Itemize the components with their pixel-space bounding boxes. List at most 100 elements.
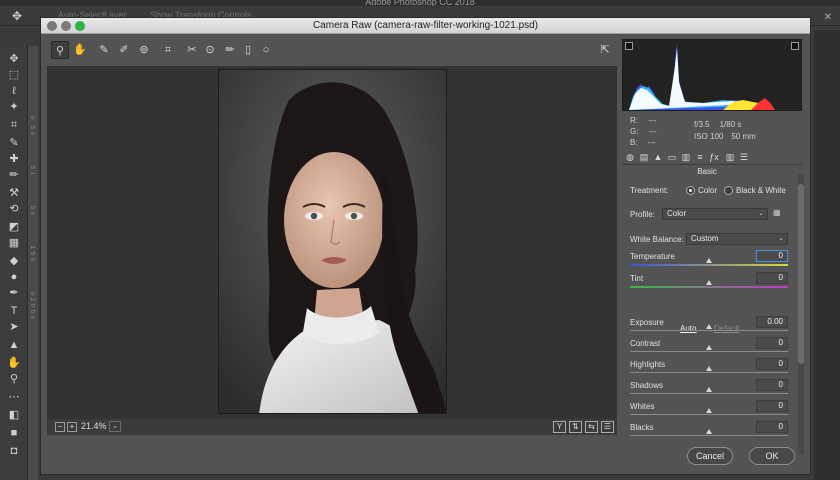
blur-tool-icon[interactable]: ◆ [6,254,22,268]
shadows-slider-track[interactable] [630,393,788,394]
ok-button[interactable]: OK [749,447,795,465]
quick-select-tool-icon[interactable]: ✦ [6,100,22,114]
panel-scrollbar[interactable] [798,174,804,454]
path-select-icon[interactable]: ➤ [6,320,22,334]
contrast-slider-track[interactable] [630,351,788,352]
shape-tool-icon[interactable]: ▲ [6,338,22,352]
treatment-color-label[interactable]: Color [698,186,717,195]
temperature-value-field[interactable]: 0 [756,250,788,262]
white-balance-tool-icon[interactable]: ✎ [95,41,113,59]
tint-slider-track[interactable] [630,286,788,288]
crop-tool-icon[interactable]: ⌗ [6,118,22,132]
color-sampler-tool-icon[interactable]: ✐ [115,41,133,59]
temperature-slider-handle[interactable] [706,258,712,263]
type-tool-icon[interactable]: T [6,304,22,318]
tint-slider-handle[interactable] [706,280,712,285]
transform-tool-icon[interactable]: ⌗ [159,41,177,59]
gradient-tool-icon[interactable]: ▦ [6,236,22,250]
profile-select[interactable]: Color ⌄ [662,208,768,220]
highlights-slider-track[interactable] [630,372,788,373]
healing-brush-icon[interactable]: ✚ [6,152,22,166]
portrait-photo[interactable] [218,69,447,414]
color-swatch-icon[interactable]: ■ [6,426,22,440]
adjustment-brush-icon[interactable]: ✏ [221,41,239,59]
ruler-tick: 0 [29,258,35,261]
effects-tab-icon[interactable]: ƒx [708,151,720,163]
pen-tool-icon[interactable]: ✒ [6,286,22,300]
targeted-adjustment-tool-icon[interactable]: ⊚ [135,41,153,59]
calibration-tab-icon[interactable]: ▥ [724,151,736,163]
profile-browser-icon[interactable]: ▦ [773,208,785,218]
edit-toolbar-icon[interactable]: ⋯ [6,390,22,404]
fullscreen-toggle-icon[interactable]: ⇱ [597,43,613,59]
red-eye-removal-icon[interactable]: ⊙ [201,41,219,59]
iso: ISO 100 [694,132,724,141]
dodge-tool-icon[interactable]: ● [6,270,22,284]
b-label: B: [630,138,638,147]
scrollbar-thumb[interactable] [798,184,804,364]
treatment-bw-radio[interactable] [724,186,733,195]
hand-tool-icon[interactable]: ✋ [6,356,22,370]
white-balance-select[interactable]: Custom ⌄ [686,233,788,245]
presets-tab-icon[interactable]: ☰ [738,151,750,163]
hsl-tab-icon[interactable]: ▭ [666,151,678,163]
lens-corrections-tab-icon[interactable]: ≡ [694,151,706,163]
zoom-out-button[interactable]: − [55,422,65,432]
zoom-dropdown[interactable]: ⌄ [109,421,121,432]
blacks-slider-handle[interactable] [706,429,712,434]
zoom-tool-icon[interactable]: ⚲ [6,372,22,386]
move-tool-icon[interactable]: ✥ [12,9,22,23]
close-document-icon[interactable]: ✕ [824,12,832,23]
toggle-settings-icon[interactable]: ☰ [601,421,614,433]
g-label: G: [630,127,639,136]
blacks-label: Blacks [630,423,654,432]
treatment-color-radio[interactable] [686,186,695,195]
contrast-slider-handle[interactable] [706,345,712,350]
swap-before-after-icon[interactable]: ⇅ [569,421,582,433]
shadows-value-field[interactable]: 0 [756,379,788,391]
tone-curve-tab-icon[interactable]: ▤ [638,151,650,163]
temperature-slider-track[interactable] [630,264,788,266]
whites-slider-handle[interactable] [706,408,712,413]
highlights-value-field[interactable]: 0 [756,358,788,370]
treatment-bw-label[interactable]: Black & White [736,186,786,195]
before-after-toggle[interactable]: Y [553,421,566,433]
blacks-value-field[interactable]: 0 [756,421,788,433]
highlights-slider-handle[interactable] [706,366,712,371]
eraser-tool-icon[interactable]: ◩ [6,220,22,234]
radial-filter-icon[interactable]: ○ [257,41,275,59]
lasso-tool-icon[interactable]: ℓ [6,84,22,98]
split-toning-tab-icon[interactable]: ▥ [680,151,692,163]
quick-mask-icon[interactable]: ◘ [6,444,22,458]
basic-tab-icon[interactable]: ◍ [624,151,636,163]
zoom-tool-icon[interactable]: ⚲ [51,41,69,59]
blacks-slider-track[interactable] [630,435,788,436]
spot-removal-tool-icon[interactable]: ✂ [183,41,201,59]
exposure-value-field[interactable]: 0.00 [756,316,788,328]
copy-settings-icon[interactable]: ⇆ [585,421,598,433]
cancel-button[interactable]: Cancel [687,447,733,465]
default-colors-icon[interactable]: ◧ [6,408,22,422]
zoom-in-button[interactable]: + [67,422,77,432]
shadows-slider-handle[interactable] [706,387,712,392]
whites-value-field[interactable]: 0 [756,400,788,412]
chevron-down-icon: ⌄ [758,210,764,217]
exposure-slider-track[interactable] [630,330,788,331]
tint-value-field[interactable]: 0 [756,272,788,284]
eyedropper-tool-icon[interactable]: ✎ [6,136,22,150]
history-brush-icon[interactable]: ⟲ [6,202,22,216]
hand-tool-icon[interactable]: ✋ [71,41,89,59]
focal-length: 50 mm [731,132,756,141]
graduated-filter-icon[interactable]: ▯ [239,41,257,59]
marquee-tool-icon[interactable]: ⬚ [6,68,22,82]
contrast-value-field[interactable]: 0 [756,337,788,349]
auto-link[interactable]: Auto [680,324,696,333]
exposure-slider-handle[interactable] [706,324,712,329]
clone-stamp-icon[interactable]: ⚒ [6,186,22,200]
move-tool-icon[interactable]: ✥ [6,52,22,66]
brush-tool-icon[interactable]: ✏ [6,168,22,182]
default-link[interactable]: Default [714,324,739,333]
detail-tab-icon[interactable]: ▲ [652,151,664,163]
whites-slider-track[interactable] [630,414,788,415]
image-preview-area[interactable] [47,66,617,433]
